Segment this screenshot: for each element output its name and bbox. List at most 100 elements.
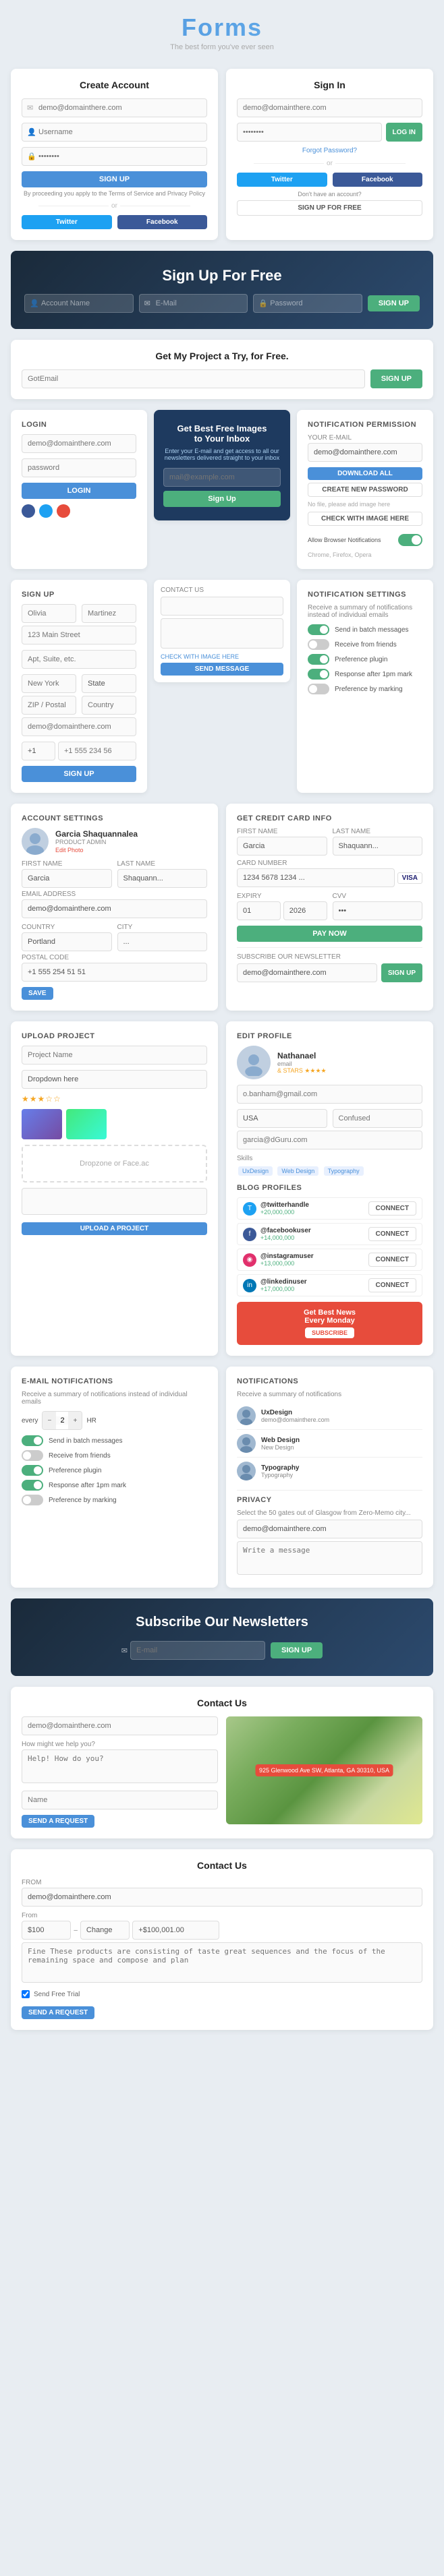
signup-city-input[interactable] (22, 674, 76, 693)
contact-upload-link[interactable]: CHECK WITH IMAGE HERE (161, 653, 283, 660)
signup-phone-code-select[interactable]: +1 (22, 742, 55, 760)
email-toggle-5[interactable] (22, 1495, 43, 1505)
contact-link-input[interactable] (161, 597, 283, 616)
get-project-signup-button[interactable]: SIGN UP (370, 369, 422, 388)
banner-account-input[interactable] (24, 294, 134, 313)
notif-email-input[interactable] (308, 443, 422, 462)
ls-email-input[interactable] (22, 434, 136, 453)
email-toggle-2[interactable] (22, 1450, 43, 1461)
create-password-button[interactable]: CREATE NEW PASSWORD (308, 483, 422, 497)
facebook-connect-button[interactable]: CONNECT (368, 1227, 416, 1241)
toggle-2[interactable] (308, 639, 329, 650)
download-all-button[interactable]: DOWNLOAD ALL (308, 467, 422, 480)
si-login-button[interactable]: LOG IN (386, 123, 422, 142)
edit-email-input[interactable] (237, 1085, 422, 1104)
toggle-3[interactable] (308, 654, 329, 665)
upload-thumb-2[interactable] (66, 1109, 107, 1139)
freq-plus[interactable]: + (68, 1412, 82, 1429)
cu2-checkbox[interactable] (22, 1990, 30, 1998)
cc-ln-input[interactable] (333, 837, 423, 856)
twitter-connect-button[interactable]: CONNECT (368, 1201, 416, 1216)
banner-signup-button[interactable]: SIGN UP (368, 295, 420, 311)
si-email-input[interactable] (237, 98, 422, 117)
toggle-4[interactable] (308, 669, 329, 680)
email-toggle-1[interactable] (22, 1435, 43, 1446)
signup-state-select[interactable]: State (82, 674, 136, 693)
cu2-budget-end-input[interactable] (132, 1921, 219, 1940)
linkedin-connect-button[interactable]: CONNECT (368, 1278, 416, 1292)
si-forgot-link[interactable]: Forgot Password? (237, 147, 422, 154)
account-fn-input[interactable] (22, 869, 112, 888)
ca-username-input[interactable] (22, 123, 207, 142)
contact-send-button[interactable]: SEND MESSAGE (161, 663, 283, 676)
edit-website-input[interactable] (237, 1131, 422, 1149)
upload-dropzone[interactable]: Dropzone or Face.ac (22, 1145, 207, 1182)
subscribe-banner-signup-button[interactable]: SIGN UP (271, 1642, 323, 1658)
upload-thumb-1[interactable] (22, 1109, 62, 1139)
cc-number-input[interactable] (237, 868, 395, 887)
cu2-submit-button[interactable]: SEND A REQUEST (22, 2006, 94, 2019)
toggle-1[interactable] (308, 624, 329, 635)
account-save-button[interactable]: SAVE (22, 987, 53, 1000)
banner-email-input[interactable] (139, 294, 248, 313)
subscribe-email-input[interactable] (163, 468, 281, 487)
ls-password-input[interactable] (22, 458, 136, 477)
signup-zip-input[interactable] (22, 696, 76, 715)
signup-phone-input[interactable] (58, 742, 136, 760)
ca-twitter-button[interactable]: Twitter (22, 215, 112, 229)
cu1-help-textarea[interactable] (22, 1749, 218, 1783)
email-toggle-4[interactable] (22, 1480, 43, 1491)
ca-signup-button[interactable]: SIGN UP (22, 171, 207, 187)
email-frequency-input[interactable] (56, 1416, 68, 1425)
cu2-from-input[interactable] (22, 1888, 422, 1907)
red-card-subscribe-button[interactable]: SUBSCRIBE (305, 1327, 354, 1338)
cu1-email-input[interactable] (22, 1716, 218, 1735)
cc-fn-input[interactable] (237, 837, 327, 856)
privacy-email-input[interactable] (237, 1520, 422, 1538)
cu2-budget-from-input[interactable] (22, 1921, 71, 1940)
signup-email-input[interactable] (22, 717, 136, 736)
cc-exp-year-select[interactable]: 2026 (283, 901, 327, 920)
signup-address-input[interactable] (22, 626, 136, 645)
signup-apt-input[interactable] (22, 650, 136, 669)
signup-firstname-input[interactable] (22, 604, 76, 623)
si-twitter-button[interactable]: Twitter (237, 173, 327, 187)
si-signup-free-button[interactable]: SIGN UP FOR FREE (237, 200, 422, 216)
ca-password-input[interactable] (22, 147, 207, 166)
upload-submit-button[interactable]: UPLOAD A PROJECT (22, 1222, 207, 1235)
ls-login-button[interactable]: LOGIN (22, 483, 136, 499)
signup-country-input[interactable] (82, 696, 136, 715)
cu2-desc-textarea[interactable] (22, 1942, 422, 1983)
upload-name-input[interactable] (22, 1046, 207, 1065)
login-facebook-icon[interactable] (22, 504, 35, 518)
privacy-message-textarea[interactable] (237, 1541, 422, 1575)
edit-stars-link[interactable]: & STARS ★★★★ (277, 1067, 327, 1075)
toggle-5[interactable] (308, 684, 329, 694)
freq-minus[interactable]: − (43, 1412, 56, 1429)
cc-newsletter-email-input[interactable] (237, 963, 377, 982)
signup-submit-button[interactable]: SIGN UP (22, 766, 136, 782)
edit-city-input[interactable] (333, 1109, 423, 1128)
account-edit-photo[interactable]: Edit Photo (55, 847, 138, 853)
cc-cvv-input[interactable] (333, 901, 423, 920)
cu1-send-button[interactable]: SEND A REQUEST (22, 1815, 94, 1828)
cc-newsletter-signup-button[interactable]: SIGN UP (381, 963, 422, 982)
si-password-input[interactable] (237, 123, 382, 142)
subscribe-email-input[interactable] (130, 1641, 265, 1660)
ca-email-input[interactable] (22, 98, 207, 117)
browser-toggle-switch[interactable] (398, 534, 422, 546)
banner-password-input[interactable] (253, 294, 362, 313)
cu2-budget-to-select[interactable]: Change (80, 1921, 130, 1940)
cc-pay-button[interactable]: PAY NOW (237, 926, 422, 942)
account-email-input[interactable] (22, 899, 207, 918)
upload-stars[interactable]: ★★★☆☆ (22, 1094, 61, 1104)
ca-facebook-button[interactable]: Facebook (117, 215, 208, 229)
email-toggle-3[interactable] (22, 1465, 43, 1476)
cc-exp-month-select[interactable]: 01 (237, 901, 281, 920)
subscribe-signup-button[interactable]: Sign Up (163, 491, 281, 507)
skill-tag-2[interactable]: Web Design (277, 1166, 318, 1176)
account-country-select[interactable]: Portland (22, 932, 112, 951)
check-image-button[interactable]: CHECK WITH IMAGE HERE (308, 512, 422, 526)
account-ln-input[interactable] (117, 869, 208, 888)
edit-country-select[interactable]: USA (237, 1109, 327, 1128)
